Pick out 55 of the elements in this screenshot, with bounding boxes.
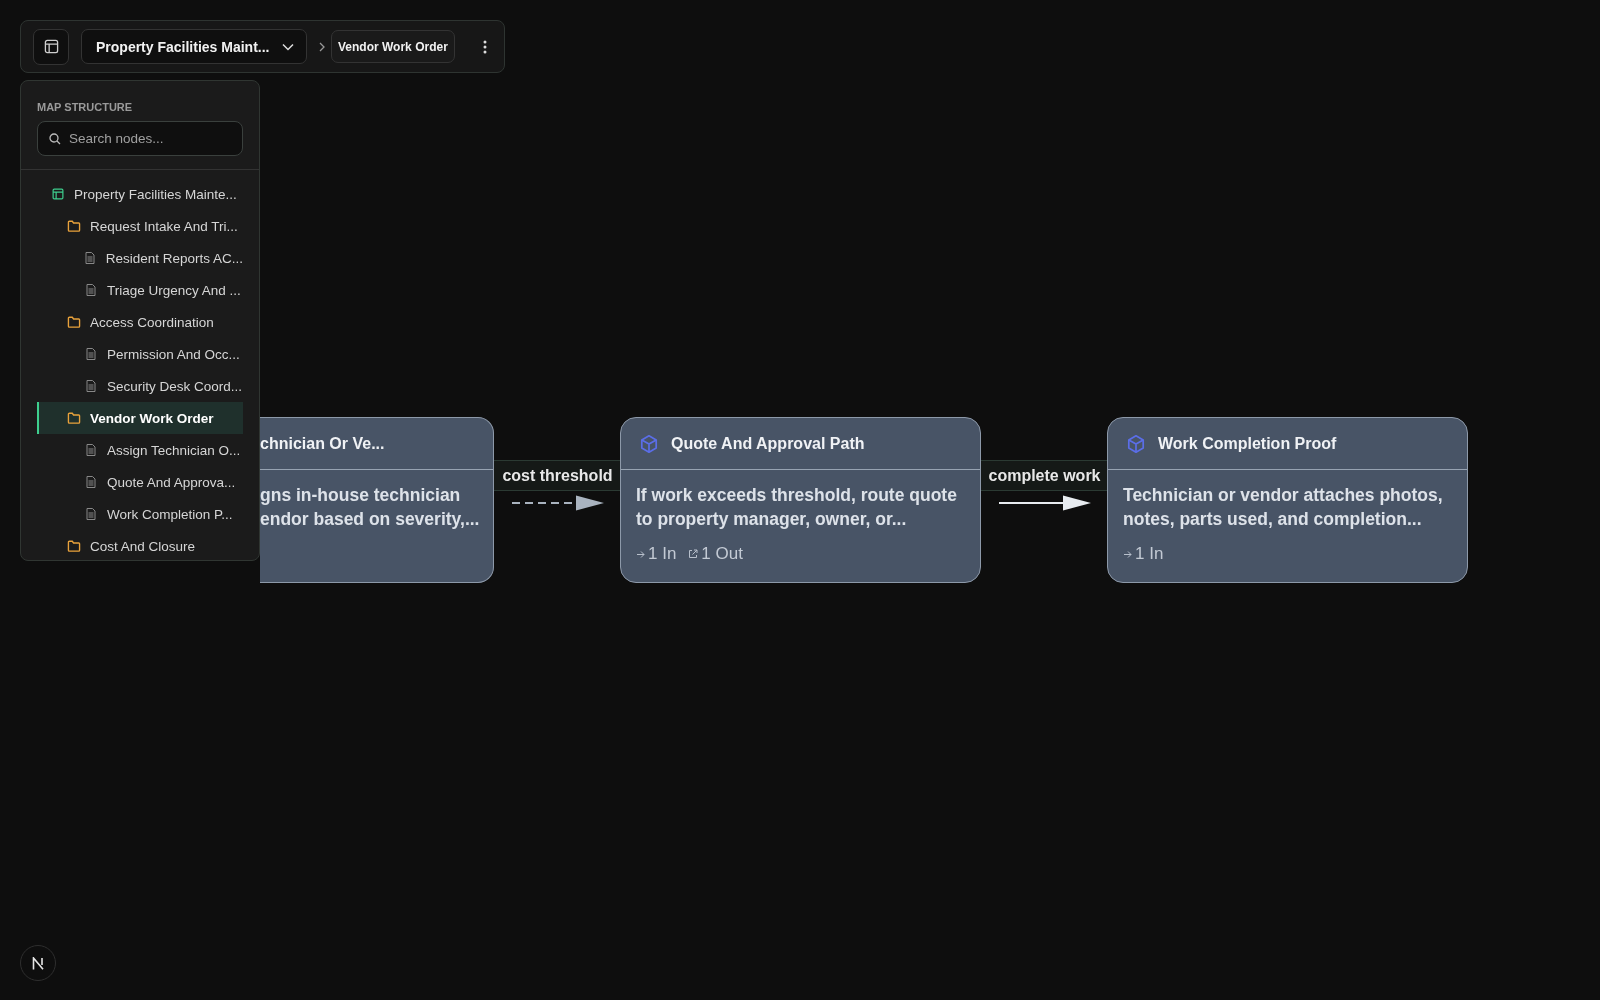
node-title: Work Completion Proof bbox=[1158, 434, 1337, 453]
tree-item[interactable]: Resident Reports AC... bbox=[37, 242, 243, 274]
document-icon bbox=[86, 348, 96, 360]
tree-item[interactable]: Permission And Occ... bbox=[37, 338, 243, 370]
folder-icon bbox=[67, 220, 81, 232]
folder-icon bbox=[67, 316, 81, 328]
tree-item[interactable]: Vendor Work Order bbox=[37, 402, 243, 434]
tree-item[interactable]: Triage Urgency And ... bbox=[37, 274, 243, 306]
node-title: Quote And Approval Path bbox=[671, 434, 865, 453]
chevron-right-icon bbox=[319, 41, 325, 52]
node-description: If work exceeds threshold, route quote to property manager, owner, or... bbox=[636, 484, 957, 531]
tree-item[interactable]: Work Completion P... bbox=[37, 498, 243, 530]
edge-label: cost threshold bbox=[493, 460, 622, 491]
node-description: gns in-house technician endor based on severity,... bbox=[260, 484, 480, 531]
document-icon bbox=[86, 444, 96, 456]
search-field[interactable]: Search nodes... bbox=[37, 121, 243, 156]
node-card[interactable]: Work Completion Proof Technician or vendor attaches photos, notes, parts used, and completion... 1 In bbox=[1107, 417, 1468, 583]
folder-icon bbox=[67, 540, 81, 552]
document-icon bbox=[85, 252, 96, 264]
folder-icon bbox=[67, 412, 81, 424]
app-logo-button[interactable] bbox=[20, 945, 56, 981]
panel-heading: MAP STRUCTURE bbox=[37, 101, 134, 113]
tree-item[interactable]: Security Desk Coord... bbox=[37, 370, 243, 402]
arrow-right-icon bbox=[1123, 549, 1132, 559]
tree-item[interactable]: Quote And Approva... bbox=[37, 466, 243, 498]
chevron-down-icon bbox=[282, 42, 294, 51]
map-dropdown[interactable]: Property Facilities Maint... bbox=[81, 29, 307, 64]
document-icon bbox=[86, 380, 96, 392]
node-card[interactable]: Quote And Approval Path If work exceeds threshold, route quote to property manager, owner, or... 1 In 1 Out bbox=[620, 417, 981, 583]
tree-item[interactable]: Request Intake And Tri... bbox=[37, 210, 243, 242]
node-card[interactable]: chnician Or Ve... gns in-house technician endor based on severity,... bbox=[260, 417, 494, 583]
tree-item[interactable]: Assign Technician O... bbox=[37, 434, 243, 466]
document-icon bbox=[86, 476, 96, 488]
more-icon bbox=[482, 39, 487, 54]
tree-item[interactable]: Property Facilities Mainte... bbox=[37, 178, 243, 210]
port-count: 1 In bbox=[648, 544, 677, 564]
document-icon bbox=[86, 508, 96, 520]
node-description: Technician or vendor attaches photos, notes, parts used, and completion... bbox=[1123, 484, 1443, 531]
layout-icon bbox=[52, 188, 64, 200]
breadcrumb-button[interactable]: Vendor Work Order bbox=[331, 30, 455, 63]
document-icon bbox=[86, 284, 96, 296]
port-count: 1 Out bbox=[701, 544, 743, 564]
cube-icon bbox=[1126, 433, 1146, 454]
layout-button[interactable] bbox=[33, 28, 69, 65]
layout-icon bbox=[43, 39, 59, 54]
logo-icon bbox=[32, 956, 44, 970]
cube-icon bbox=[639, 433, 659, 454]
edge-label: complete work bbox=[980, 460, 1109, 491]
tree-item[interactable]: Cost And Closure bbox=[37, 530, 243, 560]
arrow-right-icon bbox=[636, 549, 645, 559]
port-count: 1 In bbox=[1135, 544, 1164, 564]
node-title: chnician Or Ve... bbox=[260, 434, 385, 453]
search-icon bbox=[49, 133, 61, 145]
tree-item[interactable]: Access Coordination bbox=[37, 306, 243, 338]
external-link-icon bbox=[688, 549, 699, 559]
